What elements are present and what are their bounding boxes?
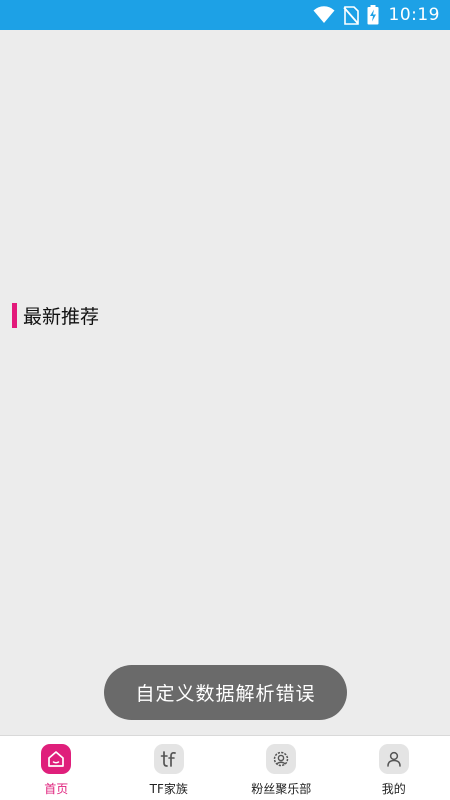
tf-logo-icon bbox=[153, 744, 184, 774]
home-icon bbox=[41, 744, 72, 774]
nav-item-tf-family[interactable]: TF家族 bbox=[113, 736, 226, 800]
nav-label-home: 首页 bbox=[44, 782, 69, 796]
nav-label-profile: 我的 bbox=[381, 782, 406, 796]
section-accent-bar bbox=[12, 303, 17, 328]
status-bar: 10:19 bbox=[0, 0, 450, 30]
bottom-nav: 首页 TF家族 粉丝聚乐部 我的 bbox=[0, 735, 450, 800]
nav-item-fan-club[interactable]: 粉丝聚乐部 bbox=[225, 736, 338, 800]
section-title: 最新推荐 bbox=[23, 306, 100, 328]
nav-item-profile[interactable]: 我的 bbox=[338, 736, 450, 800]
status-time: 10:19 bbox=[388, 5, 440, 25]
toast-text: 自定义数据解析错误 bbox=[135, 683, 316, 705]
toast-message: 自定义数据解析错误 bbox=[104, 665, 347, 720]
user-icon bbox=[378, 744, 409, 774]
fan-club-icon bbox=[266, 744, 297, 774]
nav-label-tf-family: TF家族 bbox=[149, 782, 188, 796]
battery-charging-icon bbox=[367, 5, 379, 25]
main-content[interactable]: 最新推荐 bbox=[0, 30, 450, 735]
section-heading: 最新推荐 bbox=[12, 302, 99, 329]
no-sim-icon bbox=[342, 5, 359, 25]
wifi-icon bbox=[313, 6, 335, 24]
nav-item-home[interactable]: 首页 bbox=[0, 736, 113, 800]
nav-label-fan-club: 粉丝聚乐部 bbox=[251, 782, 312, 796]
